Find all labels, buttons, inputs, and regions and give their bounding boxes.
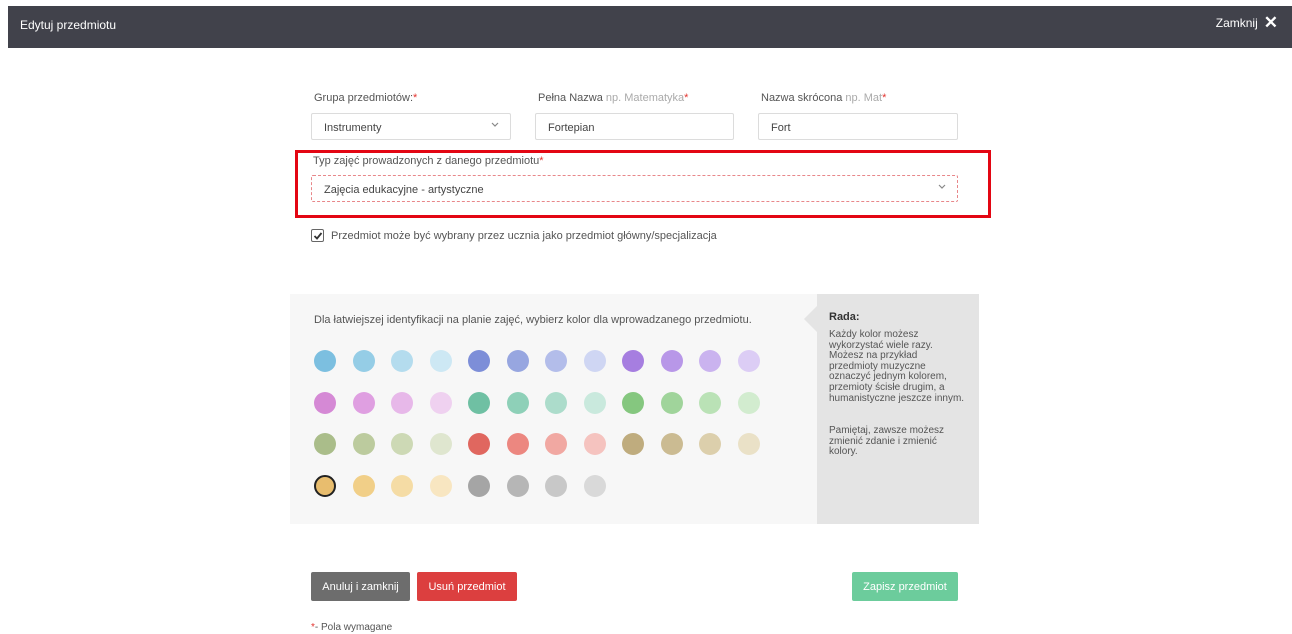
close-label: Zamknij <box>1215 16 1258 30</box>
color-swatch[interactable] <box>352 391 375 414</box>
color-swatch[interactable] <box>429 474 452 497</box>
full-name-label: Pełna Nazwa np. Matematyka* <box>538 92 688 104</box>
main-subject-label: Przedmiot może być wybrany przez ucznia … <box>331 230 717 242</box>
color-swatch[interactable] <box>737 391 760 414</box>
color-swatch[interactable] <box>506 474 529 497</box>
color-swatch[interactable] <box>391 350 413 372</box>
color-swatch[interactable] <box>660 433 683 456</box>
modal-header: Edytuj przedmiotu Zamknij ✕ <box>8 6 1292 48</box>
color-swatch[interactable] <box>468 474 490 497</box>
full-name-label-text: Pełna Nazwa <box>538 92 603 104</box>
color-swatch[interactable] <box>545 391 567 414</box>
color-swatch[interactable] <box>468 350 490 372</box>
color-swatch[interactable] <box>468 391 490 414</box>
color-instruction: Dla łatwiejszej identyfikacji na planie … <box>314 314 752 326</box>
class-type-label-text: Typ zajęć prowadzonych z danego przedmio… <box>313 155 540 167</box>
group-select[interactable]: Instrumenty <box>311 113 511 140</box>
color-swatch[interactable] <box>506 391 529 414</box>
tip-paragraph-2: Pamiętaj, zawsze możesz zmienić zdanie i… <box>829 425 945 458</box>
save-button[interactable]: Zapisz przedmiot <box>852 572 958 601</box>
color-swatch[interactable] <box>545 350 567 372</box>
delete-button[interactable]: Usuń przedmiot <box>417 572 517 601</box>
group-label-text: Grupa przedmiotów: <box>314 92 414 104</box>
required-footnote: *- Pola wymagane <box>311 622 392 633</box>
full-name-hint: np. Matematyka <box>605 92 685 104</box>
full-name-required-mark: * <box>684 92 689 104</box>
color-swatch[interactable] <box>352 350 375 372</box>
color-swatch[interactable] <box>622 350 644 372</box>
color-swatch[interactable] <box>699 350 721 372</box>
color-swatch[interactable] <box>583 474 606 497</box>
color-swatch[interactable] <box>429 350 452 372</box>
short-name-value: Fort <box>771 122 791 134</box>
color-swatch[interactable] <box>429 391 452 414</box>
color-swatch[interactable] <box>314 350 336 372</box>
group-required-mark: * <box>413 92 418 104</box>
full-name-input[interactable]: Fortepian <box>535 113 734 140</box>
short-name-label: Nazwa skrócona np. Mat* <box>761 92 886 104</box>
color-swatch[interactable] <box>352 433 375 456</box>
color-swatch[interactable] <box>583 391 606 414</box>
color-swatch[interactable] <box>622 391 644 414</box>
main-subject-checkbox[interactable] <box>311 229 324 242</box>
color-swatch[interactable] <box>506 350 529 372</box>
short-name-label-text: Nazwa skrócona <box>761 92 843 104</box>
color-swatch-selected[interactable] <box>314 474 336 497</box>
cancel-button[interactable]: Anuluj i zamknij <box>311 572 410 601</box>
tip-title: Rada: <box>829 311 860 323</box>
color-swatch[interactable] <box>583 433 606 456</box>
class-type-value: Zajęcia edukacyjne - artystyczne <box>324 184 484 196</box>
class-type-select[interactable]: Zajęcia edukacyjne - artystyczne <box>311 175 958 202</box>
close-icon: ✕ <box>1263 13 1278 32</box>
color-swatch[interactable] <box>391 474 413 497</box>
class-type-required-mark: * <box>539 155 544 167</box>
color-swatch[interactable] <box>583 350 606 372</box>
color-swatch[interactable] <box>352 474 375 497</box>
short-name-input[interactable]: Fort <box>758 113 958 140</box>
class-type-label: Typ zajęć prowadzonych z danego przedmio… <box>313 155 544 167</box>
color-swatch[interactable] <box>737 433 760 456</box>
group-select-value: Instrumenty <box>324 122 382 134</box>
close-button[interactable]: Zamknij ✕ <box>1215 13 1278 32</box>
short-name-hint: np. Mat <box>845 92 883 104</box>
modal-title: Edytuj przedmiotu <box>20 18 117 32</box>
footnote-text: - Pola wymagane <box>314 622 393 633</box>
color-swatch[interactable] <box>429 433 452 456</box>
full-name-value: Fortepian <box>548 122 595 134</box>
color-swatch[interactable] <box>737 350 760 372</box>
color-swatch[interactable] <box>660 391 683 414</box>
color-swatch[interactable] <box>660 350 683 372</box>
short-name-required-mark: * <box>882 92 887 104</box>
tip-arrow <box>804 306 817 332</box>
group-label: Grupa przedmiotów:* <box>314 92 417 104</box>
chevron-down-icon <box>938 184 946 189</box>
color-swatch[interactable] <box>391 391 413 414</box>
tip-paragraph-1: Każdy kolor możesz wykorzystać wiele raz… <box>829 329 965 404</box>
color-swatch[interactable] <box>699 391 721 414</box>
chevron-down-icon <box>491 122 499 127</box>
color-swatch[interactable] <box>506 433 529 456</box>
checkmark-icon <box>313 232 323 240</box>
color-swatch[interactable] <box>314 391 336 414</box>
color-swatch[interactable] <box>545 474 567 497</box>
